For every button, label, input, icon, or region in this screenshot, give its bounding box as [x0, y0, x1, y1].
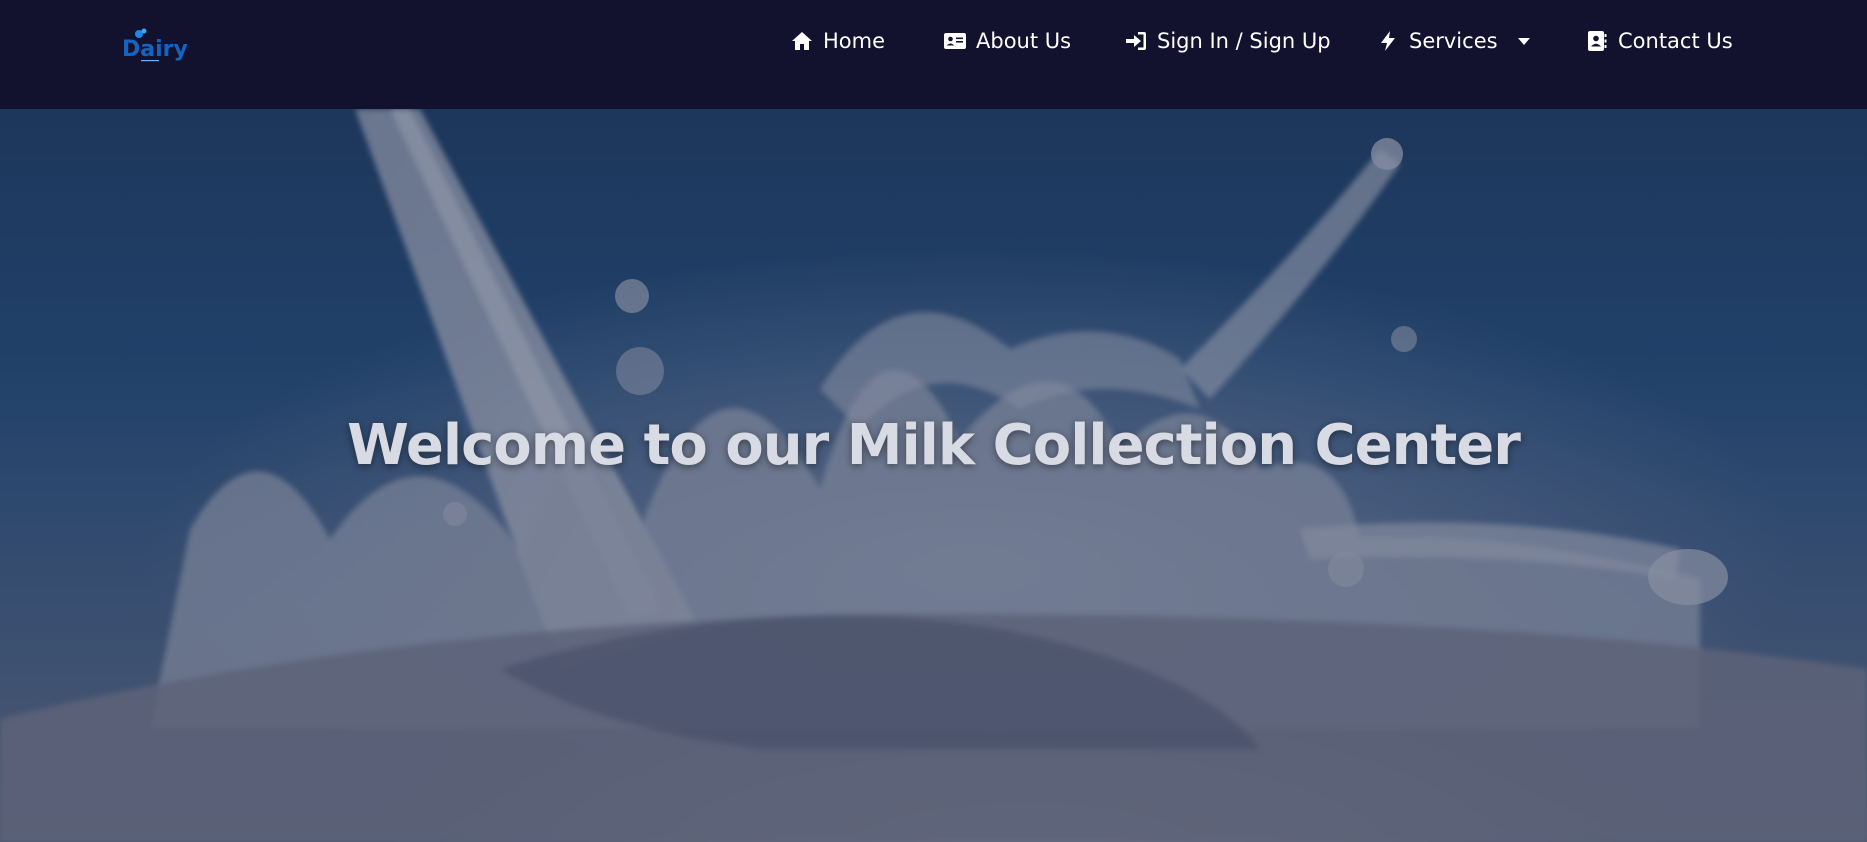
- nav-contact-us-label: Contact Us: [1618, 29, 1733, 53]
- nav-about-us-label: About Us: [976, 29, 1072, 53]
- bolt-icon: [1376, 29, 1400, 53]
- top-navbar: Dairy Home About Us Sign In / Sign Up Se…: [0, 0, 1867, 109]
- nav-links: Home About Us Sign In / Sign Up Services: [0, 24, 1867, 58]
- home-icon: [790, 29, 814, 53]
- nav-home-label: Home: [823, 29, 886, 53]
- nav-about-us[interactable]: About Us: [943, 24, 1071, 58]
- id-card-icon: [943, 29, 967, 53]
- hero-section: Welcome to our Milk Collection Center: [0, 109, 1867, 842]
- nav-home[interactable]: Home: [790, 24, 885, 58]
- nav-services-dropdown[interactable]: Services: [1376, 24, 1532, 58]
- nav-sign-in[interactable]: Sign In / Sign Up: [1124, 24, 1331, 58]
- nav-contact-us[interactable]: Contact Us: [1585, 24, 1733, 58]
- chevron-down-icon: [1516, 33, 1532, 49]
- sign-in-icon: [1124, 29, 1148, 53]
- nav-sign-in-label: Sign In / Sign Up: [1157, 29, 1331, 53]
- address-book-icon: [1585, 29, 1609, 53]
- hero-title: Welcome to our Milk Collection Center: [347, 413, 1521, 478]
- nav-services-label: Services: [1409, 29, 1498, 53]
